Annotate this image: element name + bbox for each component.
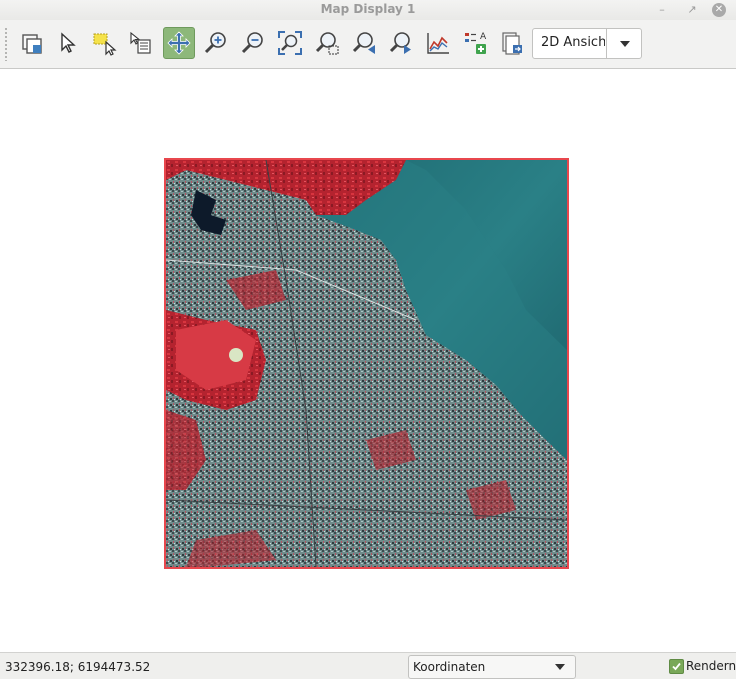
coordinate-display-value: Koordinaten bbox=[413, 660, 486, 674]
export-map-icon bbox=[502, 32, 522, 55]
zoom-previous-icon bbox=[352, 32, 375, 54]
view-mode-value: 2D Ansicht bbox=[541, 35, 605, 50]
zoom-out-icon bbox=[241, 32, 263, 54]
satellite-raster-layer[interactable] bbox=[164, 158, 569, 569]
select-pointer-icon bbox=[61, 32, 76, 53]
zoom-next-button[interactable] bbox=[385, 27, 417, 59]
profile-chart-icon bbox=[427, 33, 449, 54]
add-layer-button[interactable] bbox=[16, 27, 48, 59]
identify-features-button[interactable] bbox=[124, 27, 156, 59]
map-toolbar: A 2D Ansicht bbox=[0, 20, 736, 69]
close-icon[interactable]: ✕ bbox=[712, 3, 726, 17]
zoom-selection-button[interactable] bbox=[311, 27, 343, 59]
restore-icon[interactable]: ↗ bbox=[684, 2, 700, 18]
zoom-next-icon bbox=[389, 32, 411, 54]
render-label: Rendern bbox=[686, 659, 736, 673]
identify-features-icon bbox=[130, 31, 151, 54]
select-pointer-button[interactable] bbox=[52, 27, 84, 59]
zoom-selection-icon bbox=[315, 32, 339, 55]
add-legend-button[interactable]: A bbox=[459, 27, 491, 59]
window-titlebar: Map Display 1 – ↗ ✕ bbox=[0, 0, 736, 21]
zoom-full-button[interactable] bbox=[274, 27, 306, 59]
zoom-in-button[interactable] bbox=[200, 27, 232, 59]
pan-icon bbox=[167, 31, 191, 55]
pan-button[interactable] bbox=[163, 27, 195, 59]
select-rectangle-button[interactable] bbox=[88, 27, 120, 59]
add-layer-icon bbox=[22, 34, 42, 54]
view-mode-select[interactable]: 2D Ansicht bbox=[532, 28, 642, 59]
export-map-button[interactable] bbox=[496, 27, 528, 59]
select-rectangle-icon bbox=[93, 33, 117, 56]
chevron-down-icon[interactable] bbox=[555, 664, 565, 670]
render-checkbox[interactable] bbox=[669, 659, 684, 674]
profile-chart-button[interactable] bbox=[422, 27, 454, 59]
false-color-satellite-image bbox=[166, 160, 567, 567]
map-canvas[interactable] bbox=[0, 69, 736, 652]
chevron-down-icon[interactable] bbox=[620, 41, 630, 47]
zoom-full-icon bbox=[278, 31, 302, 55]
coordinate-display-select[interactable]: Koordinaten bbox=[408, 655, 576, 679]
checkmark-icon bbox=[672, 662, 681, 671]
toolbar-grip-icon[interactable] bbox=[4, 27, 8, 61]
svg-text:A: A bbox=[480, 32, 487, 42]
cursor-coordinates: 332396.18; 6194473.52 bbox=[5, 660, 151, 674]
zoom-out-button[interactable] bbox=[237, 27, 269, 59]
zoom-previous-button[interactable] bbox=[348, 27, 380, 59]
minimize-icon[interactable]: – bbox=[654, 2, 670, 18]
status-bar: 332396.18; 6194473.52 Koordinaten Render… bbox=[0, 652, 736, 679]
zoom-in-icon bbox=[204, 32, 226, 54]
window-title: Map Display 1 bbox=[320, 2, 416, 16]
add-legend-icon: A bbox=[465, 32, 487, 54]
view-mode-separator bbox=[606, 29, 607, 58]
